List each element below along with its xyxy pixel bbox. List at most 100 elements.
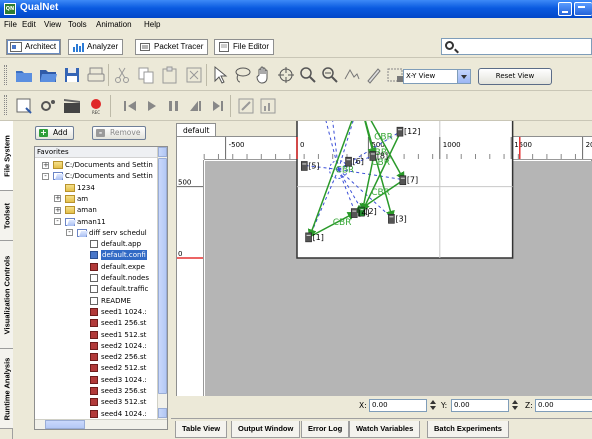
remove-button[interactable]: - Remove bbox=[92, 126, 147, 140]
step-icon[interactable] bbox=[186, 96, 206, 116]
tab-error-log[interactable]: Error Log bbox=[301, 421, 350, 438]
node-icon-detail bbox=[352, 210, 357, 212]
copy-icon[interactable] bbox=[136, 65, 156, 85]
tree-horizontal-scrollbar[interactable] bbox=[35, 419, 167, 429]
collapse-icon[interactable]: - bbox=[54, 218, 61, 225]
toolbar-grip[interactable] bbox=[4, 65, 7, 85]
minimize-button[interactable] bbox=[558, 2, 572, 16]
expand-icon[interactable]: + bbox=[42, 161, 49, 169]
save-icon[interactable] bbox=[62, 65, 82, 85]
expand-icon[interactable]: + bbox=[54, 206, 61, 214]
tab-runtime-analysis[interactable]: Runtime Analysis bbox=[0, 349, 13, 429]
y-spinner-icon[interactable] bbox=[511, 399, 519, 412]
file-icon bbox=[90, 285, 98, 294]
pan-hand-icon[interactable] bbox=[254, 65, 274, 85]
menu-help[interactable]: Help bbox=[144, 20, 160, 29]
scroll-down-icon[interactable] bbox=[158, 408, 167, 418]
maximize-button[interactable] bbox=[574, 2, 592, 16]
folder-icon bbox=[65, 217, 75, 226]
tab-watch-variables[interactable]: Watch Variables bbox=[349, 421, 421, 438]
cbr-label: CBR bbox=[336, 165, 355, 175]
ruler-tick-label: 0 bbox=[178, 250, 182, 258]
tree-item-label: default.nodes bbox=[101, 274, 149, 282]
x-spinner-icon[interactable] bbox=[429, 399, 437, 412]
tab-file-system[interactable]: File System bbox=[0, 121, 13, 191]
scroll-thumb[interactable] bbox=[45, 420, 85, 429]
tab-architect[interactable]: Architect bbox=[6, 39, 62, 55]
node-icon[interactable] bbox=[388, 214, 395, 224]
search-input[interactable] bbox=[441, 38, 592, 55]
tab-table-view[interactable]: Table View bbox=[175, 421, 228, 438]
tab-packet-tracer[interactable]: Packet Tracer bbox=[135, 39, 209, 55]
node-icon[interactable] bbox=[305, 232, 312, 243]
rotate-icon[interactable] bbox=[276, 65, 296, 85]
fit-view-icon[interactable] bbox=[342, 65, 362, 85]
tab-analyzer[interactable]: Analyzer bbox=[68, 39, 124, 55]
tab-file-editor[interactable]: File Editor bbox=[214, 39, 275, 55]
add-button[interactable]: + Add bbox=[35, 126, 74, 140]
node-icon[interactable] bbox=[350, 208, 358, 218]
tilt-icon[interactable] bbox=[364, 65, 384, 85]
new-scenario-icon[interactable] bbox=[14, 65, 34, 85]
tab-output-window[interactable]: Output Window bbox=[231, 421, 301, 438]
bottom-tab-bar: Table View Output Window Error Log Watch… bbox=[171, 418, 592, 439]
collapse-icon[interactable]: - bbox=[42, 172, 49, 180]
folder-icon bbox=[65, 206, 75, 215]
stats-icon[interactable] bbox=[258, 96, 278, 116]
tab-toolset[interactable]: Toolset bbox=[0, 191, 13, 241]
menu-tools[interactable]: Tools bbox=[68, 20, 87, 29]
node-icon[interactable] bbox=[396, 126, 404, 137]
x-coordinate-field[interactable]: 0.00 bbox=[369, 399, 427, 412]
cut-icon[interactable] bbox=[112, 65, 132, 85]
print-icon[interactable] bbox=[86, 65, 106, 85]
tab-batch-experiments[interactable]: Batch Experiments bbox=[427, 421, 509, 438]
reset-view-button[interactable]: Reset View bbox=[478, 68, 552, 85]
tree-vertical-scrollbar[interactable] bbox=[157, 147, 167, 419]
zoom-in-icon[interactable] bbox=[298, 65, 318, 85]
tree-item-label: 1234 bbox=[77, 183, 95, 192]
clapperboard-icon[interactable] bbox=[62, 96, 82, 116]
menu-file[interactable]: File bbox=[4, 20, 17, 29]
expand-icon[interactable]: + bbox=[54, 195, 61, 203]
file-icon bbox=[90, 319, 98, 328]
mode-tab-bar: Architect Analyzer Packet Tracer File Ed… bbox=[0, 32, 592, 58]
tree-item-label: seed1 512.st bbox=[101, 330, 147, 339]
select-pointer-icon[interactable] bbox=[210, 65, 230, 85]
delete-icon[interactable] bbox=[184, 65, 204, 85]
network-canvas[interactable]: -50005001000150020150010005000CBRCBRCBRC… bbox=[171, 121, 592, 418]
lasso-select-icon[interactable] bbox=[232, 65, 252, 85]
step-back-icon[interactable] bbox=[120, 96, 140, 116]
zoom-out-icon[interactable] bbox=[320, 65, 340, 85]
scroll-thumb[interactable] bbox=[158, 158, 167, 394]
node-icon[interactable] bbox=[369, 151, 377, 161]
node-icon[interactable] bbox=[345, 156, 352, 167]
toolbar-grip[interactable] bbox=[4, 95, 7, 115]
settings-gear-icon[interactable] bbox=[38, 96, 58, 116]
play-icon[interactable] bbox=[142, 96, 162, 116]
view-mode-select[interactable]: X-Y View bbox=[403, 69, 471, 84]
menu-view[interactable]: View bbox=[44, 20, 61, 29]
z-coordinate-field[interactable]: 0.00 bbox=[535, 399, 592, 412]
menu-edit[interactable]: Edit bbox=[22, 20, 36, 29]
stop-icon[interactable] bbox=[208, 96, 228, 116]
paste-icon[interactable] bbox=[160, 65, 180, 85]
menu-animation[interactable]: Animation bbox=[96, 20, 132, 29]
edit-icon[interactable] bbox=[236, 96, 256, 116]
tree-item-label: seed4 1024.: bbox=[101, 409, 147, 418]
node-icon[interactable] bbox=[399, 175, 407, 186]
scenario-properties-icon[interactable] bbox=[14, 96, 34, 116]
tab-visualization-controls[interactable]: Visualization Controls bbox=[0, 241, 13, 349]
record-icon[interactable]: REC bbox=[86, 96, 106, 116]
minus-icon: - bbox=[96, 129, 105, 137]
file-tree[interactable]: Favorites C:/Documents and Settin + C:/Doc… bbox=[34, 146, 168, 430]
packet-tracer-icon bbox=[139, 42, 151, 52]
node-icon[interactable] bbox=[300, 161, 308, 171]
scroll-up-icon[interactable] bbox=[158, 147, 167, 157]
collapse-icon[interactable]: - bbox=[66, 229, 73, 237]
open-folder-icon[interactable] bbox=[38, 65, 58, 85]
tree-item-label: aman bbox=[77, 206, 97, 215]
pause-icon[interactable] bbox=[164, 96, 184, 116]
canvas-area: default -50005001000150020150010005000CB… bbox=[171, 121, 592, 418]
search-icon bbox=[445, 41, 454, 50]
y-coordinate-field[interactable]: 0.00 bbox=[451, 399, 509, 412]
